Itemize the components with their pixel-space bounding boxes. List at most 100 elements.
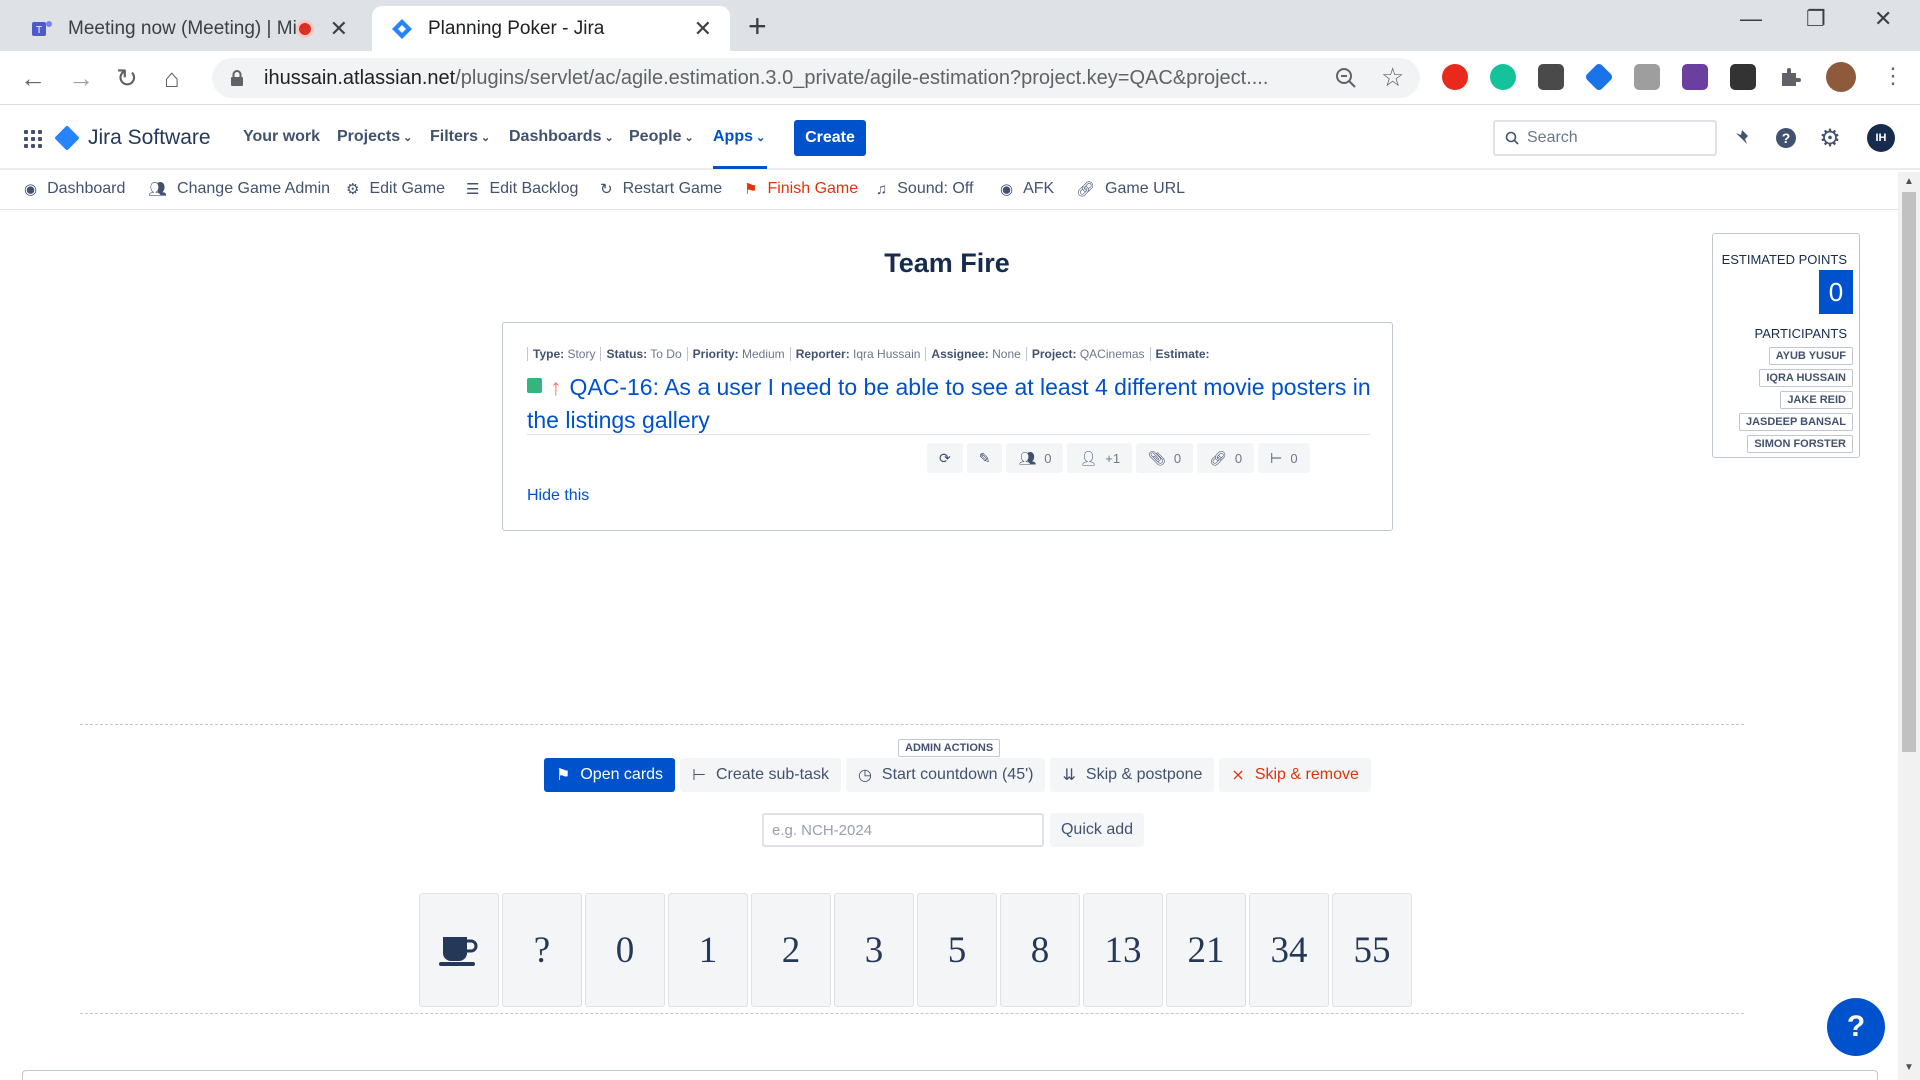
card-0[interactable]: 0 — [585, 893, 665, 1007]
attachments-button[interactable]: 📎︎ 0 — [1136, 443, 1194, 473]
nav-your-work[interactable]: Your work — [243, 128, 320, 146]
adblock-extension-icon[interactable] — [1442, 64, 1468, 90]
extensions-puzzle-icon[interactable] — [1778, 65, 1802, 89]
back-icon[interactable]: ← — [20, 63, 46, 94]
bookmark-star-icon[interactable]: ☆ — [1381, 62, 1404, 93]
browser-address-bar: ← → ↻ ⌂ ihussain.atlassian.net/plugins/s… — [0, 51, 1920, 105]
story-type-icon — [527, 378, 542, 393]
restore-icon[interactable]: ❐ — [1806, 6, 1826, 32]
chevron-down-icon: ⌄ — [684, 132, 694, 144]
svg-text:?: ? — [1782, 130, 1791, 146]
toolbar-finish-game[interactable]: ⚑ Finish Game — [744, 180, 858, 198]
issue-title-link[interactable]: ↑ QAC-16: As a user I need to be able to … — [527, 371, 1377, 437]
card-8[interactable]: 8 — [1000, 893, 1080, 1007]
extension-icon[interactable] — [1538, 64, 1564, 90]
tab-title: Meeting now (Meeting) | Microsoft Teams — [68, 17, 296, 39]
browser-menu-icon[interactable]: ⋮ — [1882, 63, 1904, 89]
meta-value: Story — [567, 347, 596, 361]
nav-people[interactable]: People ⌄ — [629, 128, 694, 146]
selenium-extension-icon[interactable] — [1730, 64, 1756, 90]
bottom-panel-edge — [22, 1070, 1878, 1080]
reload-icon[interactable]: ↻ — [116, 63, 138, 94]
zoom-icon[interactable] — [1334, 66, 1358, 90]
card-3[interactable]: 3 — [834, 893, 914, 1007]
lock-icon — [231, 70, 243, 86]
minimize-icon[interactable]: — — [1740, 6, 1762, 32]
refresh-issue-button[interactable]: ⟳ — [927, 443, 963, 473]
help-icon[interactable]: ? — [1774, 126, 1798, 150]
nav-apps[interactable]: Apps ⌄ — [713, 128, 765, 146]
toolbar-restart-game[interactable]: ↻ Restart Game — [600, 180, 722, 198]
new-tab-button[interactable]: + — [748, 8, 767, 45]
extension-icon[interactable] — [1682, 64, 1708, 90]
toolbar-sound[interactable]: ♫ Sound: Off — [876, 180, 973, 198]
scroll-up-icon[interactable]: ▲ — [1904, 176, 1914, 187]
skip-postpone-button[interactable]: ⇊ Skip & postpone — [1050, 758, 1215, 792]
browser-tab-jira[interactable]: Planning Poker - Jira ✕ — [372, 6, 730, 51]
notifications-icon[interactable] — [1730, 126, 1754, 150]
grammarly-extension-icon[interactable] — [1490, 64, 1516, 90]
search-placeholder: Search — [1527, 129, 1578, 146]
participant-badge: SIMON FORSTER — [1747, 435, 1853, 453]
card-coffee[interactable] — [419, 893, 499, 1007]
watchers-button[interactable]: 👤︎ +1 — [1067, 443, 1133, 473]
user-avatar[interactable]: IH — [1867, 124, 1895, 152]
nav-label: Your work — [243, 128, 321, 145]
nav-filters[interactable]: Filters ⌄ — [430, 128, 490, 146]
home-icon[interactable]: ⌂ — [164, 63, 180, 94]
button-label: Create sub-task — [716, 766, 829, 783]
votes-button[interactable]: 👥︎ 0 — [1006, 443, 1064, 473]
card-5[interactable]: 5 — [917, 893, 997, 1007]
jira-logo[interactable]: Jira Software — [54, 125, 211, 151]
toolbar-change-admin[interactable]: 👥︎ Change Game Admin — [148, 180, 330, 198]
url-field[interactable]: ihussain.atlassian.net/plugins/servlet/a… — [212, 58, 1420, 98]
refresh-icon: ⟳ — [939, 449, 951, 466]
start-countdown-button[interactable]: ◷ Start countdown (45') — [845, 758, 1046, 792]
nav-projects[interactable]: Projects ⌄ — [337, 128, 412, 146]
close-tab-icon[interactable]: ✕ — [330, 16, 348, 42]
extension-icon[interactable] — [1584, 62, 1614, 92]
browser-tab-teams[interactable]: T Meeting now (Meeting) | Microsoft Team… — [12, 6, 366, 51]
card-2[interactable]: 2 — [751, 893, 831, 1007]
edit-issue-button[interactable]: ✎ — [966, 443, 1003, 473]
chevron-down-icon: ⌄ — [756, 132, 766, 144]
toolbar-afk[interactable]: ◉ AFK — [1000, 180, 1054, 198]
hide-this-link[interactable]: Hide this — [527, 487, 589, 505]
nav-dashboards[interactable]: Dashboards ⌄ — [509, 128, 614, 146]
button-label: Open cards — [580, 766, 664, 783]
scroll-thumb[interactable] — [1902, 192, 1916, 752]
create-button[interactable]: Create — [794, 120, 866, 156]
scroll-down-icon[interactable]: ▼ — [1904, 1062, 1914, 1073]
card-unknown[interactable]: ? — [502, 893, 582, 1007]
issue-title-text: QAC-16: As a user I need to be able to s… — [527, 374, 1371, 433]
divider — [527, 434, 1370, 435]
toolbar-dashboard[interactable]: ◉ Dashboard — [24, 180, 125, 198]
toolbar-game-url[interactable]: 🔗︎ Game URL — [1076, 180, 1185, 198]
page-scrollbar[interactable]: ▲ ▼ — [1898, 172, 1920, 1080]
skip-remove-button[interactable]: ⨯ Skip & remove — [1219, 758, 1371, 792]
open-cards-button[interactable]: ⚑ Open cards — [544, 758, 676, 792]
close-window-icon[interactable]: ✕ — [1874, 6, 1892, 32]
toolbar-edit-game[interactable]: ⚙ Edit Game — [346, 180, 445, 198]
card-1[interactable]: 1 — [668, 893, 748, 1007]
profile-avatar[interactable] — [1826, 62, 1856, 92]
close-tab-icon[interactable]: ✕ — [694, 16, 712, 42]
extension-icon[interactable] — [1634, 64, 1660, 90]
card-55[interactable]: 55 — [1332, 893, 1412, 1007]
card-21[interactable]: 21 — [1166, 893, 1246, 1007]
card-13[interactable]: 13 — [1083, 893, 1163, 1007]
card-34[interactable]: 34 — [1249, 893, 1329, 1007]
quick-add-button[interactable]: Quick add — [1050, 813, 1144, 847]
subtasks-button[interactable]: ⊢ 0 — [1258, 443, 1310, 473]
people-icon: 👥︎ — [148, 181, 168, 198]
jira-search-input[interactable]: Search — [1493, 120, 1717, 156]
forward-icon[interactable]: → — [68, 63, 94, 94]
toolbar-edit-backlog[interactable]: ☰ Edit Backlog — [466, 180, 578, 198]
links-button[interactable]: 🔗︎ 0 — [1197, 443, 1255, 473]
create-subtask-button[interactable]: ⊢ Create sub-task — [680, 758, 841, 792]
help-floating-button[interactable]: ? — [1827, 998, 1885, 1056]
settings-gear-icon[interactable]: ⚙ — [1818, 125, 1842, 152]
restart-icon: ↻ — [600, 181, 613, 198]
quick-add-input[interactable]: e.g. NCH-2024 — [762, 813, 1044, 847]
app-switcher-icon[interactable] — [24, 130, 42, 148]
